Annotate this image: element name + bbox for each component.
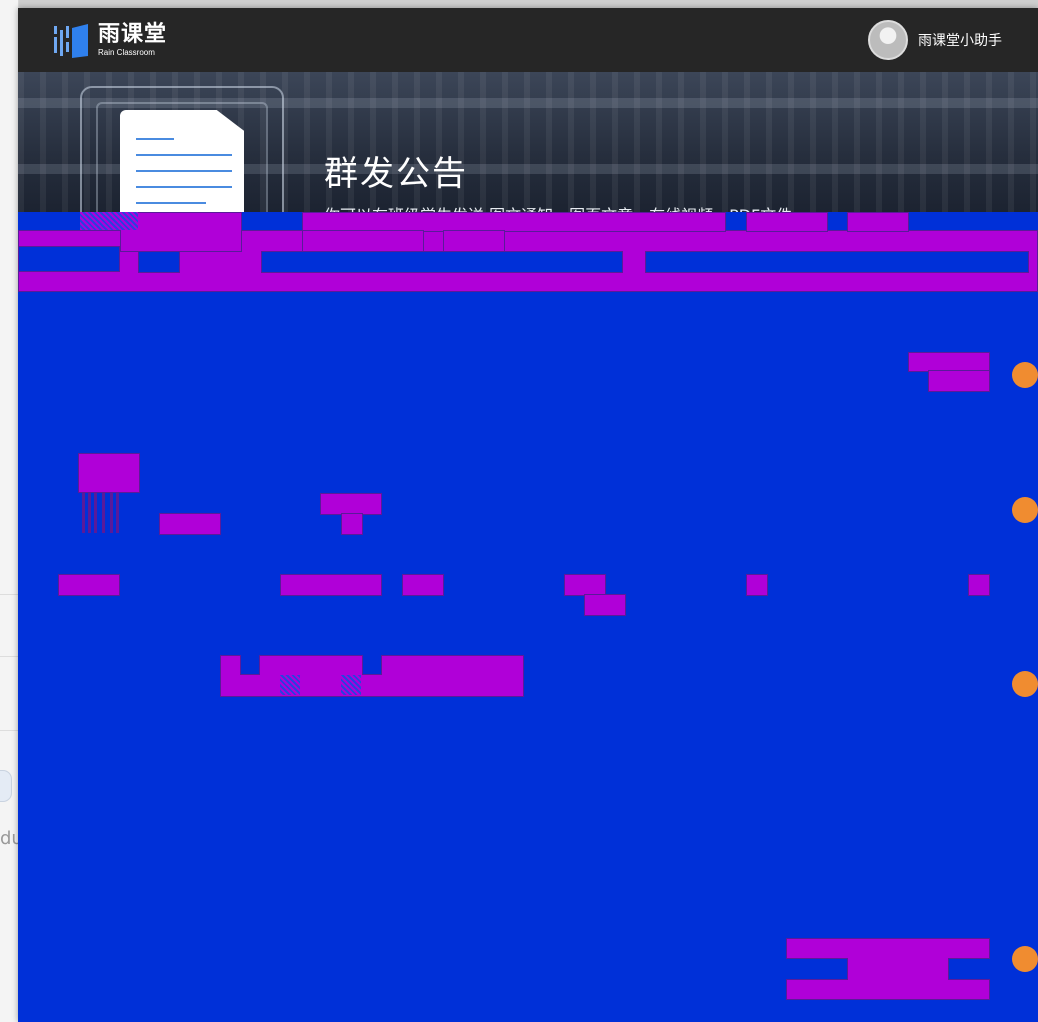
corrupted-region (402, 574, 444, 596)
rain-classroom-logo-icon (54, 24, 88, 58)
step-indicator-dot (1012, 362, 1038, 388)
corrupted-region (78, 453, 140, 493)
corrupted-region (564, 574, 606, 596)
announcement-window: 雨课堂 Rain Classroom 雨课堂小助手 群发公告 你可以在班级学生发… (18, 8, 1038, 1022)
rain-classroom-logo[interactable]: 雨课堂 Rain Classroom (52, 18, 167, 62)
background-divider (0, 656, 18, 657)
corrupted-region (908, 352, 990, 372)
corrupted-region (58, 574, 120, 596)
user-name: 雨课堂小助手 (918, 33, 1002, 49)
corrupted-region (302, 212, 726, 232)
logo-chinese-text: 雨课堂 (98, 21, 168, 47)
user-menu[interactable]: 雨课堂小助手 (868, 18, 1002, 62)
corrupted-region (968, 574, 990, 596)
corrupted-region (120, 212, 242, 252)
background-page: du (0, 0, 23, 1022)
step-indicator-dot (1012, 946, 1038, 972)
background-divider (0, 594, 18, 595)
corrupted-region (280, 574, 382, 596)
logo-english-text: Rain Classroom (98, 47, 155, 57)
corrupted-region (320, 493, 382, 515)
background-divider (0, 730, 18, 731)
document-illustration-icon (120, 110, 244, 214)
corrupted-region (159, 513, 221, 535)
user-avatar-icon[interactable] (868, 20, 908, 60)
background-tab-icon (0, 770, 12, 802)
content-area-placeholder (18, 212, 1038, 1022)
step-indicator-dot (1012, 497, 1038, 523)
page-title: 群发公告 (324, 154, 468, 194)
top-navigation-bar: 雨课堂 Rain Classroom 雨课堂小助手 (18, 8, 1038, 72)
corrupted-region (746, 574, 768, 596)
step-indicator-dot (1012, 671, 1038, 697)
